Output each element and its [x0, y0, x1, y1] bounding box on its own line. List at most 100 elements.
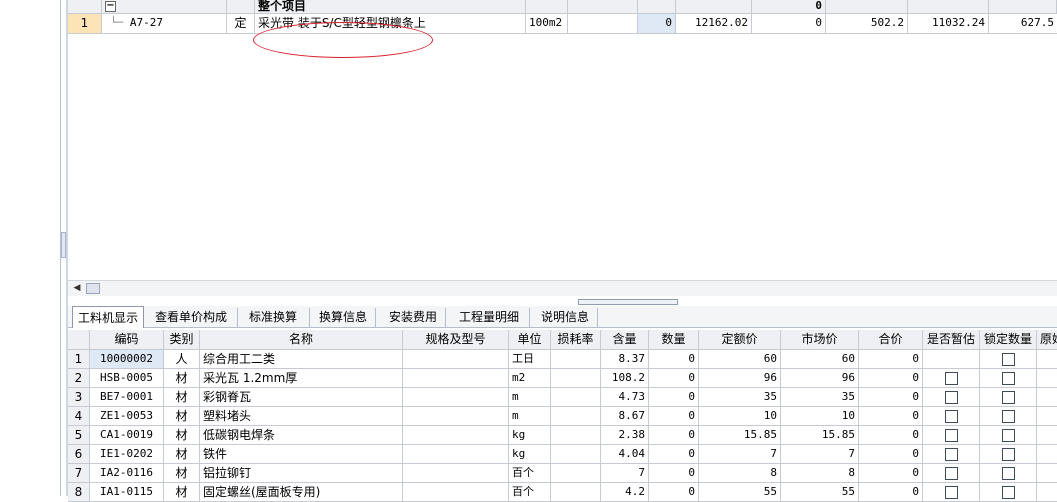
name-cell[interactable]: 固定螺丝(屋面板专用): [200, 483, 403, 502]
unit-cell[interactable]: 100m2: [526, 14, 568, 34]
total-cell[interactable]: 0: [859, 426, 923, 445]
row-number-cell[interactable]: 6: [68, 445, 90, 464]
lock-quantity-cell[interactable]: [980, 407, 1037, 426]
loss-rate-cell[interactable]: [551, 388, 601, 407]
original-cell[interactable]: [1037, 350, 1057, 369]
splitter-handle[interactable]: [61, 232, 66, 258]
total-cell[interactable]: 0: [859, 445, 923, 464]
row-number-cell[interactable]: 7: [68, 464, 90, 483]
category-cell[interactable]: 材: [164, 464, 200, 483]
spec-cell[interactable]: [403, 426, 509, 445]
scroll-thumb[interactable]: [86, 283, 100, 294]
spec-cell[interactable]: [403, 445, 509, 464]
lock-quantity-cell[interactable]: [980, 445, 1037, 464]
quantity-cell[interactable]: 0: [649, 350, 699, 369]
provisional-cell[interactable]: [923, 350, 980, 369]
column-header[interactable]: 名称: [200, 330, 403, 350]
code-cell[interactable]: 10000002: [90, 350, 164, 369]
content-cell[interactable]: 4.73: [601, 388, 649, 407]
spec-cell[interactable]: [403, 483, 509, 502]
total-cell[interactable]: 0: [859, 407, 923, 426]
tab-description[interactable]: 说明信息: [536, 308, 598, 327]
quantity-cell[interactable]: 0: [638, 14, 676, 34]
loss-rate-cell[interactable]: [551, 407, 601, 426]
name-cell[interactable]: 铁件: [200, 445, 403, 464]
type-cell[interactable]: 定: [227, 14, 255, 34]
market-price-cell[interactable]: 8: [781, 464, 859, 483]
table-row[interactable]: 1 10000002 人综合用工二类 工日 8.37 0 60 60 0: [68, 350, 1057, 369]
quantity-cell[interactable]: 0: [649, 464, 699, 483]
unit-cell[interactable]: m: [509, 388, 551, 407]
row-number-cell[interactable]: 3: [68, 388, 90, 407]
provisional-checkbox[interactable]: [944, 448, 958, 461]
provisional-cell[interactable]: [923, 445, 980, 464]
column-header[interactable]: 市场价: [781, 330, 859, 350]
column-header[interactable]: 锁定数量: [980, 330, 1037, 350]
quota-price-cell[interactable]: 7: [699, 445, 781, 464]
quota-price-cell[interactable]: 60: [699, 350, 781, 369]
amount2-cell[interactable]: 11032.24: [908, 14, 989, 34]
category-cell[interactable]: 材: [164, 388, 200, 407]
market-price-cell[interactable]: 96: [781, 369, 859, 388]
total-cell[interactable]: 0: [859, 369, 923, 388]
category-cell[interactable]: 材: [164, 483, 200, 502]
collapse-icon[interactable]: −: [105, 1, 116, 12]
provisional-cell[interactable]: [923, 407, 980, 426]
quota-price-cell[interactable]: 15.85: [699, 426, 781, 445]
column-header[interactable]: 原始: [1037, 330, 1057, 350]
column-header[interactable]: 数量: [649, 330, 699, 350]
original-cell[interactable]: [1037, 445, 1057, 464]
quantity-cell[interactable]: 0: [649, 483, 699, 502]
loss-rate-cell[interactable]: [551, 464, 601, 483]
provisional-checkbox[interactable]: [944, 391, 958, 404]
category-cell[interactable]: 材: [164, 407, 200, 426]
table-row[interactable]: 6 IE1-0202 材铁件 kg 4.04 0 7 7 0: [68, 445, 1057, 464]
code-cell[interactable]: IA2-0116: [90, 464, 164, 483]
quota-price-cell[interactable]: 10: [699, 407, 781, 426]
original-cell[interactable]: [1037, 369, 1057, 388]
table-row[interactable]: 2 HSB-0005 材采光瓦 1.2mm厚 m2 108.2 0 96 96 0: [68, 369, 1057, 388]
provisional-cell[interactable]: [923, 369, 980, 388]
original-cell[interactable]: [1037, 388, 1057, 407]
lock-quantity-checkbox[interactable]: [1001, 486, 1015, 499]
content-cell[interactable]: 2.38: [601, 426, 649, 445]
code-cell[interactable]: BE7-0001: [90, 388, 164, 407]
quantity-cell[interactable]: 0: [649, 445, 699, 464]
column-header[interactable]: 定额价: [699, 330, 781, 350]
provisional-checkbox[interactable]: [944, 429, 958, 442]
table-row[interactable]: 3 BE7-0001 材彩钢脊瓦 m 4.73 0 35 35 0: [68, 388, 1057, 407]
quantity-cell[interactable]: 0: [649, 388, 699, 407]
content-cell[interactable]: 8.37: [601, 350, 649, 369]
column-header[interactable]: 单位: [509, 330, 551, 350]
code-cell[interactable]: HSB-0005: [90, 369, 164, 388]
spec-cell[interactable]: [403, 407, 509, 426]
lock-quantity-cell[interactable]: [980, 426, 1037, 445]
code-cell[interactable]: IE1-0202: [90, 445, 164, 464]
name-cell[interactable]: 塑料堵头: [200, 407, 403, 426]
loss-rate-cell[interactable]: [551, 350, 601, 369]
total-cell[interactable]: 0: [859, 464, 923, 483]
loss-rate-cell[interactable]: [551, 369, 601, 388]
loss-rate-cell[interactable]: [551, 483, 601, 502]
provisional-cell[interactable]: [923, 388, 980, 407]
provisional-checkbox[interactable]: [944, 372, 958, 385]
column-header[interactable]: 类别: [164, 330, 200, 350]
table-row[interactable]: 8 IA1-0115 材固定螺丝(屋面板专用) 百个 4.2 0 55 55 0: [68, 483, 1057, 502]
project-summary-row[interactable]: − 整个项目 0: [68, 0, 1057, 14]
loss-rate-cell[interactable]: [551, 426, 601, 445]
original-cell[interactable]: [1037, 426, 1057, 445]
pane-splitter[interactable]: [578, 299, 678, 305]
lock-quantity-cell[interactable]: [980, 388, 1037, 407]
provisional-cell[interactable]: [923, 464, 980, 483]
row-number-cell[interactable]: 1: [68, 350, 90, 369]
unit-cell[interactable]: m2: [509, 369, 551, 388]
quota-price-cell[interactable]: 55: [699, 483, 781, 502]
content-cell[interactable]: 8.67: [601, 407, 649, 426]
original-cell[interactable]: [1037, 483, 1057, 502]
lock-quantity-cell[interactable]: [980, 350, 1037, 369]
row-number-cell[interactable]: 2: [68, 369, 90, 388]
horizontal-scrollbar[interactable]: ◀: [68, 280, 1057, 296]
row-number-cell[interactable]: 1: [68, 14, 102, 34]
quantity-cell[interactable]: 0: [649, 407, 699, 426]
provisional-cell[interactable]: [923, 426, 980, 445]
